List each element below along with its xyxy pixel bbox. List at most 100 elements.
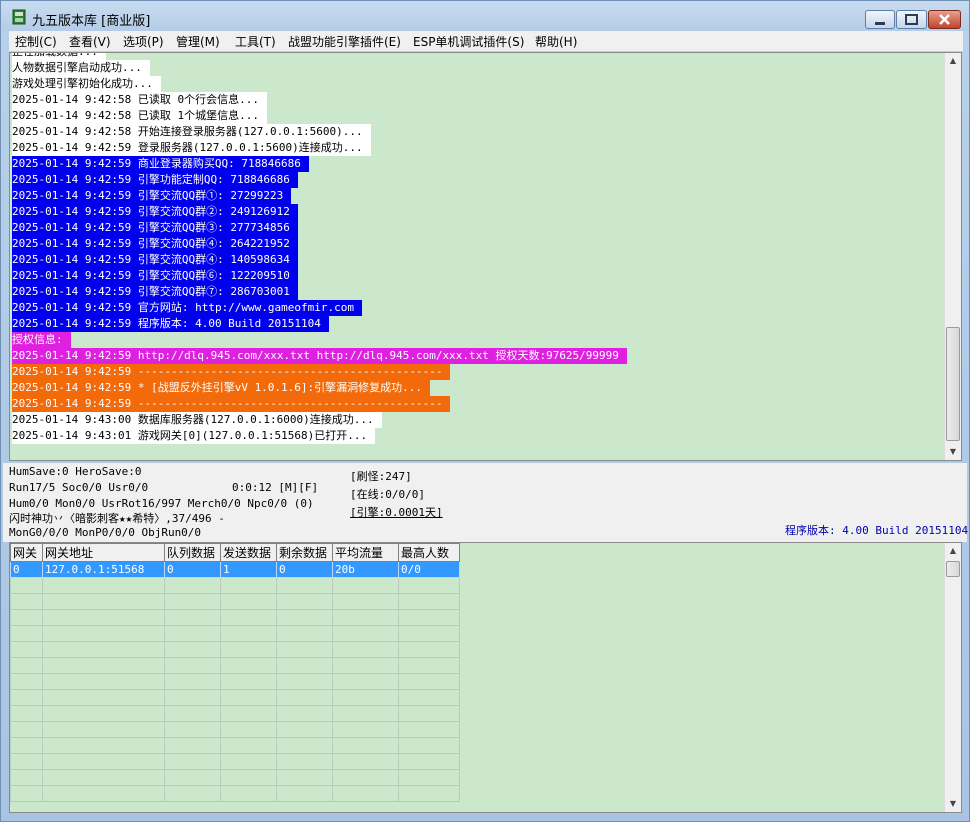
log-line: 2025-01-14 9:43:01 游戏网关[0](127.0.0.1:515… [12,428,627,444]
empty-cell [220,753,277,770]
menu-esp-plugin[interactable]: ESP单机调试插件(S) [413,33,524,50]
empty-cell [42,577,165,594]
empty-cell [332,737,399,754]
log-line-text: 2025-01-14 9:42:59 登录服务器(127.0.0.1:5600)… [12,140,371,156]
cell-avg-traffic: 20b [332,561,399,578]
empty-cell [164,705,221,722]
empty-cell [276,625,333,642]
empty-cell [332,577,399,594]
empty-cell [332,609,399,626]
menu-help[interactable]: 帮助(H) [535,33,577,50]
empty-cell [220,657,277,674]
col-queue[interactable]: 队列数据 [164,543,221,562]
minimize-button[interactable] [865,10,895,29]
empty-cell [398,641,460,658]
empty-cell [164,657,221,674]
scroll-thumb[interactable] [946,327,960,441]
menu-tools[interactable]: 工具(T) [235,33,276,50]
app-icon [12,9,26,25]
empty-cell [220,737,277,754]
log-line-text: 2025-01-14 9:42:58 开始连接登录服务器(127.0.0.1:5… [12,124,371,140]
empty-table-row [10,641,460,658]
menu-options[interactable]: 选项(P) [123,33,164,50]
log-line: 2025-01-14 9:42:59 ---------------------… [12,396,627,412]
empty-cell [164,737,221,754]
empty-cell [220,705,277,722]
log-line: 2025-01-14 9:42:59 http://dlq.945.com/xx… [12,348,627,364]
empty-cell [332,593,399,610]
stat-engine: [引擎:0.0001天] [350,506,443,519]
log-pane[interactable]: 正在加载数据...人物数据引擎启动成功...游戏处理引擎初始化成功...2025… [9,52,962,461]
empty-cell [276,593,333,610]
gateway-grid[interactable]: 网关 网关地址 队列数据 发送数据 剩余数据 平均流量 最高人数 0 127.0… [9,542,962,813]
close-button[interactable] [928,10,961,29]
empty-cell [42,593,165,610]
empty-cell [220,769,277,786]
scroll-down-icon[interactable]: ▼ [945,796,961,812]
log-line-text: 2025-01-14 9:42:59 ---------------------… [12,396,451,412]
log-line-text: 人物数据引擎启动成功... [12,60,150,76]
log-line-text: 2025-01-14 9:42:58 已读取 0个行会信息... [12,92,267,108]
cell-max-users: 0/0 [398,561,460,578]
empty-cell [42,769,165,786]
empty-cell [42,689,165,706]
empty-cell [164,769,221,786]
empty-cell [10,737,43,754]
empty-cell [398,753,460,770]
empty-cell [332,753,399,770]
empty-cell [276,689,333,706]
col-gateway[interactable]: 网关 [10,543,43,562]
log-line-text: 2025-01-14 9:42:59 引擎交流QQ群⑥: 122209510 [12,268,298,284]
menu-manage[interactable]: 管理(M) [176,33,220,50]
log-line: 2025-01-14 9:43:00 数据库服务器(127.0.0.1:6000… [12,412,627,428]
empty-cell [42,785,165,802]
empty-cell [220,625,277,642]
empty-cell [398,785,460,802]
empty-cell [10,657,43,674]
log-line: 2025-01-14 9:42:59 引擎交流QQ群⑥: 122209510 [12,268,627,284]
log-line: 游戏处理引擎初始化成功... [12,76,627,92]
log-line-text: 2025-01-14 9:42:59 引擎交流QQ群①: 27299223 [12,188,292,204]
col-sent[interactable]: 发送数据 [220,543,277,562]
col-max-users[interactable]: 最高人数 [398,543,460,562]
empty-cell [332,705,399,722]
empty-cell [276,721,333,738]
log-line: 2025-01-14 9:42:59 引擎功能定制QQ: 718846686 [12,172,627,188]
menu-alliance-plugin[interactable]: 战盟功能引擎插件(E) [288,33,401,50]
empty-cell [42,609,165,626]
scroll-down-icon[interactable]: ▼ [945,444,961,460]
table-row[interactable]: 0 127.0.0.1:51568 0 1 0 20b 0/0 [10,561,460,578]
empty-cell [332,625,399,642]
log-line: 2025-01-14 9:42:59 引擎交流QQ群③: 277734856 [12,220,627,236]
maximize-button[interactable] [896,10,927,29]
log-line: 2025-01-14 9:42:58 开始连接登录服务器(127.0.0.1:5… [12,124,627,140]
empty-cell [10,625,43,642]
menu-control[interactable]: 控制(C) [15,33,57,50]
empty-cell [398,673,460,690]
log-scrollbar[interactable]: ▲ ▼ [944,53,961,460]
empty-cell [220,673,277,690]
grid-scrollbar[interactable]: ▲ ▼ [944,543,961,812]
empty-cell [164,625,221,642]
empty-cell [42,705,165,722]
menu-view[interactable]: 查看(V) [69,33,111,50]
log-line: 正在加载数据... [12,53,627,60]
col-avg-traffic[interactable]: 平均流量 [332,543,399,562]
col-remaining[interactable]: 剩余数据 [276,543,333,562]
stat-mong: MonG0/0/0 MonP0/0/0 ObjRun0/0 [9,526,202,539]
scroll-up-icon[interactable]: ▲ [945,543,961,559]
col-address[interactable]: 网关地址 [42,543,165,562]
empty-cell [164,785,221,802]
empty-cell [276,673,333,690]
log-line: 2025-01-14 9:42:59 ---------------------… [12,364,627,380]
empty-cell [398,577,460,594]
empty-cell [42,721,165,738]
scroll-up-icon[interactable]: ▲ [945,53,961,69]
log-line: 授权信息: [12,332,627,348]
empty-table-row [10,625,460,642]
title-bar[interactable]: 九五版本库 [商业版] [1,1,969,31]
empty-cell [276,577,333,594]
scroll-thumb[interactable] [946,561,960,577]
log-line-text: 2025-01-14 9:42:59 引擎交流QQ群④: 140598634 [12,252,298,268]
log-line-text: 2025-01-14 9:42:59 官方网站: http://www.game… [12,300,363,316]
